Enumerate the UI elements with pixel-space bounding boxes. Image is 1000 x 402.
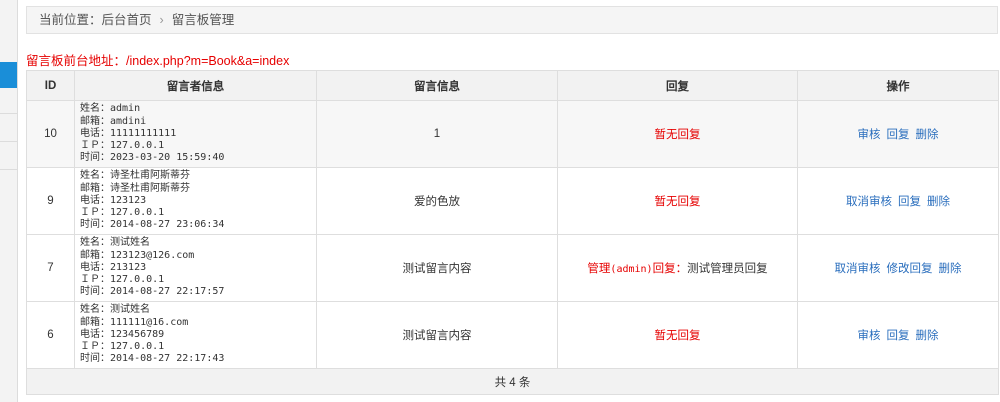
table-footer-row: 共 4 条 [26, 368, 999, 395]
cell-message: 测试留言内容 [316, 234, 558, 302]
cell-reply: 暂无回复 [557, 301, 798, 369]
author-time: 时间：2014-08-27 22:17:57 [80, 286, 225, 298]
approve-link[interactable]: 审核 [858, 330, 881, 342]
delete-link[interactable]: 删除 [916, 330, 939, 342]
cell-actions: 审核 回复 删除 [797, 301, 999, 369]
header-id: ID [26, 70, 75, 101]
reply-none-text: 暂无回复 [654, 330, 701, 342]
cell-author-info: 姓名：诗圣杜甫阿斯蒂芬 邮箱：诗圣杜甫阿斯蒂芬 电话：123123 ＩＰ：127… [74, 167, 317, 235]
reply-admin-name: (admin) [610, 264, 653, 275]
unapprove-link[interactable]: 取消审核 [846, 196, 892, 208]
reply-admin-prefix: 管理 [587, 263, 611, 275]
header-actions: 操作 [797, 70, 999, 101]
cell-message: 测试留言内容 [316, 301, 558, 369]
header-author-info: 留言者信息 [74, 70, 317, 101]
table-row: 10 姓名：admin 邮箱：amdini 电话：11111111111 ＩＰ：… [26, 100, 999, 168]
author-ip: ＩＰ：127.0.0.1 [80, 207, 165, 219]
cell-reply: 暂无回复 [557, 167, 798, 235]
author-time: 时间：2014-08-27 23:06:34 [80, 219, 225, 231]
reply-link[interactable]: 回复 [887, 129, 910, 141]
author-ip: ＩＰ：127.0.0.1 [80, 140, 165, 152]
cell-message: 爱的色放 [316, 167, 558, 235]
cell-actions: 审核 回复 删除 [797, 100, 999, 168]
cell-id: 6 [26, 301, 75, 369]
delete-link[interactable]: 删除 [939, 263, 962, 275]
author-time: 时间：2014-08-27 22:17:43 [80, 353, 225, 365]
approve-link[interactable]: 审核 [858, 129, 881, 141]
reply-admin-suffix: 回复： [652, 263, 688, 275]
table-header-row: ID 留言者信息 留言信息 回复 操作 [26, 70, 999, 101]
breadcrumb-current: 留言板管理 [171, 13, 235, 27]
reply-none-text: 暂无回复 [654, 196, 701, 208]
author-name: 姓名：测试姓名 [80, 237, 150, 249]
author-phone: 电话：123456789 [80, 328, 165, 340]
cell-author-info: 姓名：测试姓名 邮箱：123123@126.com 电话：213123 ＩＰ：1… [74, 234, 317, 302]
breadcrumb-separator: › [159, 13, 164, 27]
author-email: 邮箱：123123@126.com [80, 249, 195, 261]
author-phone: 电话：11111111111 [80, 127, 177, 139]
table-row: 6 姓名：测试姓名 邮箱：111111@16.com 电话：123456789 … [26, 301, 999, 369]
delete-link[interactable]: 删除 [927, 196, 950, 208]
author-email: 邮箱：amdini [80, 115, 147, 127]
cell-message: 1 [316, 100, 558, 168]
author-phone: 电话：213123 [80, 261, 147, 273]
breadcrumb: 当前位置：后台首页 › 留言板管理 [26, 6, 998, 34]
cell-id: 7 [26, 234, 75, 302]
guestbook-table: ID 留言者信息 留言信息 回复 操作 10 姓名：admin 邮箱：amdin… [26, 70, 999, 395]
header-reply: 回复 [557, 70, 798, 101]
unapprove-link[interactable]: 取消审核 [835, 263, 881, 275]
reply-link[interactable]: 回复 [887, 330, 910, 342]
author-ip: ＩＰ：127.0.0.1 [80, 341, 165, 353]
cell-reply: 管理(admin)回复：测试管理员回复 [557, 234, 798, 302]
author-name: 姓名：诗圣杜甫阿斯蒂芬 [80, 170, 190, 182]
author-time: 时间：2023-03-20 15:59:40 [80, 152, 225, 164]
sidebar-item[interactable] [0, 88, 17, 114]
total-count: 共 4 条 [26, 368, 999, 395]
cell-actions: 取消审核 修改回复 删除 [797, 234, 999, 302]
cell-id: 10 [26, 100, 75, 168]
cell-author-info: 姓名：测试姓名 邮箱：111111@16.com 电话：123456789 ＩＰ… [74, 301, 317, 369]
author-name: 姓名：admin [80, 103, 141, 115]
author-email: 邮箱：111111@16.com [80, 316, 189, 328]
main-content: 当前位置：后台首页 › 留言板管理 留言板前台地址：/index.php?m=Boo… [18, 0, 1000, 402]
front-url-notice: 留言板前台地址：/index.php?m=Book&a=index [26, 50, 289, 69]
front-url-label: 留言板前台地址： [26, 54, 127, 68]
sidebar-item[interactable] [0, 116, 17, 142]
front-url-link[interactable]: /index.php?m=Book&a=index [126, 54, 289, 68]
cell-author-info: 姓名：admin 邮箱：amdini 电话：11111111111 ＩＰ：127… [74, 100, 317, 168]
edit-reply-link[interactable]: 修改回复 [887, 263, 933, 275]
sidebar-item[interactable] [0, 144, 17, 170]
cell-reply: 暂无回复 [557, 100, 798, 168]
cell-id: 9 [26, 167, 75, 235]
header-message: 留言信息 [316, 70, 558, 101]
breadcrumb-prefix: 当前位置： [39, 13, 102, 27]
reply-link[interactable]: 回复 [898, 196, 921, 208]
table-row: 7 姓名：测试姓名 邮箱：123123@126.com 电话：213123 ＩＰ… [26, 234, 999, 302]
author-email: 邮箱：诗圣杜甫阿斯蒂芬 [80, 182, 190, 194]
author-ip: ＩＰ：127.0.0.1 [80, 274, 165, 286]
breadcrumb-home-link[interactable]: 后台首页 [102, 13, 152, 27]
reply-none-text: 暂无回复 [654, 129, 701, 141]
left-sidebar [0, 0, 18, 402]
sidebar-item-active[interactable] [0, 62, 17, 88]
author-name: 姓名：测试姓名 [80, 304, 150, 316]
cell-actions: 取消审核 回复 删除 [797, 167, 999, 235]
reply-text: 测试管理员回复 [687, 263, 768, 275]
delete-link[interactable]: 删除 [916, 129, 939, 141]
author-phone: 电话：123123 [80, 194, 147, 206]
table-row: 9 姓名：诗圣杜甫阿斯蒂芬 邮箱：诗圣杜甫阿斯蒂芬 电话：123123 ＩＰ：1… [26, 167, 999, 235]
